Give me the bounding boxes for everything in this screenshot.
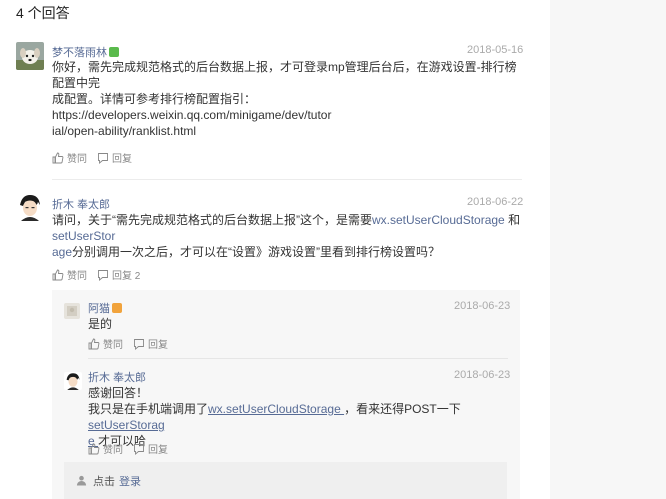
answers-panel: 4 个回答 梦不落雨林 2018-05-16 你好，需先完成规范格式的后台数据上… xyxy=(0,0,550,499)
api-link[interactable]: wx.setUserCloudStorage xyxy=(372,213,505,227)
verified-badge-icon xyxy=(109,47,119,57)
divider xyxy=(52,179,522,180)
reply-actions: 赞同 回复 xyxy=(88,441,178,456)
avatar-anime-icon[interactable] xyxy=(64,372,82,390)
api-link[interactable]: wx.setUserCloudStorage xyxy=(208,402,344,416)
reply-label: 回复 xyxy=(148,340,168,351)
answer-content-line: ial/open-ability/ranklist.html xyxy=(52,124,197,138)
answer-author-label: 梦不落雨林 xyxy=(52,47,107,59)
reply-text: 感谢回答！ xyxy=(88,386,149,400)
like-button[interactable]: 赞同 xyxy=(88,336,123,351)
avatar-dog-icon[interactable] xyxy=(16,42,44,70)
avatar-anime-icon[interactable] xyxy=(16,193,44,221)
thumbs-up-icon xyxy=(88,443,100,454)
answer-text: 分别调用一次之后，才可以在“设置》游戏设置”里看到排行榜设置吗？ xyxy=(72,245,441,259)
reply-content: 是的 xyxy=(88,317,113,331)
answer-date: 2018-05-16 xyxy=(467,44,524,56)
reply-date: 2018-06-23 xyxy=(454,300,511,312)
reply-author-name[interactable]: 阿猫 xyxy=(88,300,122,316)
answer-actions: 赞同 回复 xyxy=(52,150,142,165)
reply-content: 感谢回答！ 我只是在手机端调用了wx.setUserCloudStorage ，… xyxy=(88,385,508,449)
like-label: 赞同 xyxy=(67,154,87,165)
thumbs-up-icon xyxy=(52,269,64,280)
answer-actions: 赞同 回复 2 xyxy=(52,267,150,282)
comment-icon xyxy=(98,152,108,164)
like-button[interactable]: 赞同 xyxy=(88,441,123,456)
reply-text: ，看来还得POST一下 xyxy=(344,402,461,416)
answer-date: 2018-06-22 xyxy=(467,196,524,208)
reply-button[interactable]: 回复 2 xyxy=(97,267,140,282)
api-link[interactable]: setUserStor xyxy=(52,229,115,243)
like-button[interactable]: 赞同 xyxy=(52,150,87,165)
like-button[interactable]: 赞同 xyxy=(52,267,87,282)
thumbs-up-icon xyxy=(52,152,64,163)
reply-actions: 赞同 回复 xyxy=(88,336,178,351)
answer-text: 请问，关于“需先完成规范格式的后台数据上报”这个，是需要 xyxy=(52,213,372,227)
replies-section: 阿猫 2018-06-23 是的 赞同 回复 折木 奉太郎 2018-06-23… xyxy=(52,290,520,499)
login-prompt-text: 点击 xyxy=(93,475,115,488)
login-link[interactable]: 登录 xyxy=(119,473,141,489)
reply-button[interactable]: 回复 xyxy=(133,441,168,456)
user-icon xyxy=(76,475,87,486)
answer-text: 和 xyxy=(504,213,521,227)
reply-label: 回复 xyxy=(112,154,132,165)
like-label: 赞同 xyxy=(103,340,123,351)
answer-author-name[interactable]: 梦不落雨林 xyxy=(52,44,119,60)
answer-content-line: 你好，需先完成规范格式的后台数据上报，才可登录mp管理后台后，在游戏设置-排行榜… xyxy=(52,60,517,90)
reply-label: 回复 xyxy=(148,445,168,456)
comment-icon xyxy=(134,338,144,350)
comment-icon xyxy=(134,443,144,455)
answer-content: 请问，关于“需先完成规范格式的后台数据上报”这个，是需要wx.setUserCl… xyxy=(52,212,522,260)
comment-icon xyxy=(98,269,108,281)
answer-content: 你好，需先完成规范格式的后台数据上报，才可登录mp管理后台后，在游戏设置-排行榜… xyxy=(52,59,522,139)
reply-date: 2018-06-23 xyxy=(454,369,511,381)
divider xyxy=(88,358,508,359)
reply-author-name[interactable]: 折木 奉太郎 xyxy=(88,369,146,385)
reply-text: 我只是在手机端调用了 xyxy=(88,402,209,416)
reply-label: 回复 2 xyxy=(112,271,141,282)
reply-button[interactable]: 回复 xyxy=(97,150,132,165)
reply-button[interactable]: 回复 xyxy=(133,336,168,351)
reply-author-label: 阿猫 xyxy=(88,303,110,315)
level-badge-icon xyxy=(112,303,122,313)
answer-author-name[interactable]: 折木 奉太郎 xyxy=(52,196,110,212)
thumbs-up-icon xyxy=(88,338,100,349)
answer-content-line: 成配置。详情可参考排行榜配置指引：https://developers.weix… xyxy=(52,92,332,122)
like-label: 赞同 xyxy=(103,445,123,456)
login-prompt-bar: 点击 登录 xyxy=(64,462,507,499)
api-link[interactable]: setUserStorag xyxy=(88,418,165,432)
api-link[interactable]: age xyxy=(52,245,72,259)
like-label: 赞同 xyxy=(67,271,87,282)
avatar-placeholder-icon[interactable] xyxy=(64,303,80,319)
answers-count-title: 4 个回答 xyxy=(16,5,70,21)
